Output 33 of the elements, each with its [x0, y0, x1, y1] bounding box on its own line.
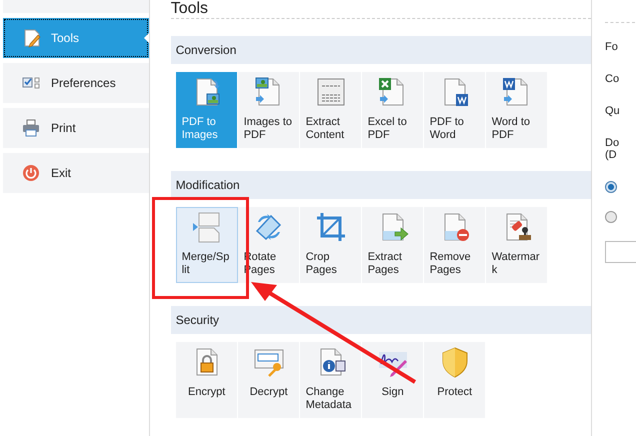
input-field[interactable] — [605, 241, 636, 263]
tool-button[interactable]: Extract Content — [300, 72, 362, 148]
printer-icon — [21, 118, 41, 138]
crop-icon — [314, 211, 347, 243]
tool-button[interactable]: Encrypt — [176, 342, 238, 418]
tool-button[interactable]: PDF to Word — [424, 72, 486, 148]
text-page-icon — [314, 76, 347, 108]
tool-button[interactable]: Excel to PDF — [362, 72, 424, 148]
tool-button[interactable]: Extract Pages — [362, 207, 424, 283]
tool-button[interactable]: Watermark — [486, 207, 548, 283]
field-label: Co — [605, 73, 620, 85]
tool-button[interactable]: Crop Pages — [300, 207, 362, 283]
power-icon — [21, 163, 41, 183]
section-header: Conversion — [170, 36, 591, 64]
tool-button[interactable]: Change Metadata — [300, 342, 362, 418]
section-header: Modification — [170, 171, 591, 199]
page-title: Tools — [170, 0, 591, 19]
field-label: Qu — [605, 105, 620, 117]
tool-button[interactable]: Sign — [362, 342, 424, 418]
field-label: Fo — [605, 41, 618, 53]
tool-button[interactable]: Merge/Split — [176, 207, 238, 283]
sidebar-item[interactable]: Exit — [3, 153, 149, 193]
tool-button[interactable]: Images to PDF — [238, 72, 300, 148]
radio-button[interactable] — [605, 211, 617, 223]
sidebar-item[interactable]: Preferences — [3, 63, 149, 103]
radio-button[interactable] — [605, 181, 617, 193]
tool-button[interactable]: Word to PDF — [486, 72, 548, 148]
tool-button[interactable]: Decrypt — [238, 342, 300, 418]
field-label: Do (D — [605, 137, 620, 161]
tool-button[interactable]: Protect — [424, 342, 486, 418]
tool-button[interactable]: Remove Pages — [424, 207, 486, 283]
section-header: Security — [170, 306, 591, 334]
sidebar-item[interactable]: Print — [3, 108, 149, 148]
